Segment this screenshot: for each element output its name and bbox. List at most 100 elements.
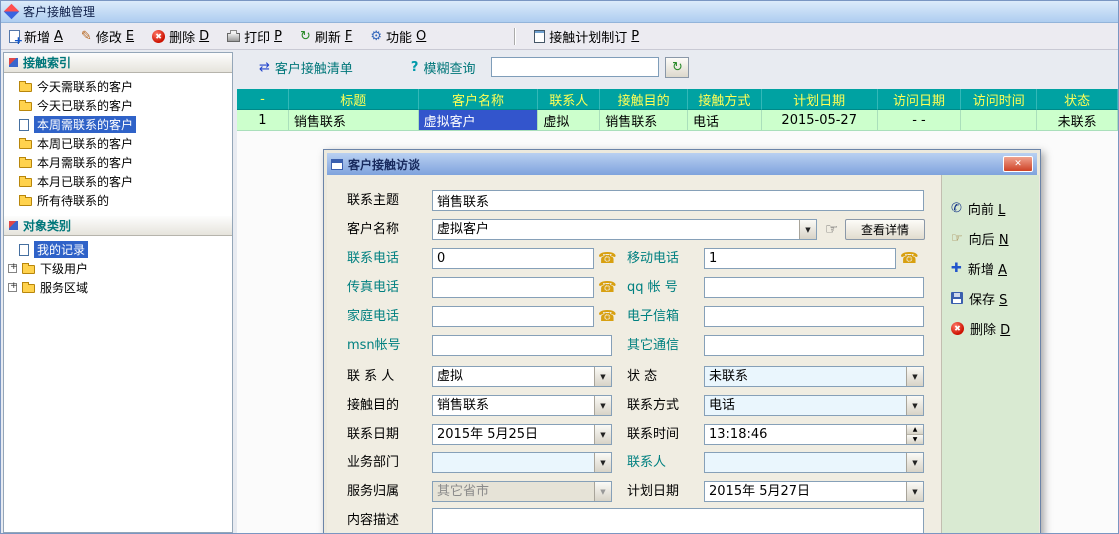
tree-item-today-need[interactable]: 今天需联系的客户 (4, 77, 232, 96)
cell-visit-date[interactable]: - - (878, 110, 962, 131)
tree-item-service-area[interactable]: 服务区域 (4, 278, 232, 297)
dropdown-arrow-icon[interactable]: ▼ (594, 367, 611, 386)
header-title[interactable]: 标题 (289, 89, 419, 110)
spin-down-icon[interactable]: ▼ (907, 435, 923, 444)
cell-purpose[interactable]: 销售联系 (600, 110, 688, 131)
phone-icon: ☎ (900, 248, 919, 269)
phone-input[interactable] (432, 248, 594, 269)
customer-combo[interactable]: 虚拟客户 ▼ (432, 219, 817, 240)
search-go-button[interactable]: ↻ (665, 57, 689, 78)
fax-input[interactable] (432, 277, 594, 298)
new-button[interactable]: 新增A (9, 27, 63, 46)
dropdown-arrow-icon[interactable]: ▼ (594, 396, 611, 415)
add-record-button[interactable]: ✚ 新增 A (942, 253, 1039, 283)
tree-item-today-done[interactable]: 今天已联系的客户 (4, 96, 232, 115)
cell-visit-time[interactable] (961, 110, 1037, 131)
contact-person-combo[interactable]: 虚拟 ▼ (432, 366, 612, 387)
purpose-combo[interactable]: 销售联系 ▼ (432, 395, 612, 416)
subject-input[interactable] (432, 190, 924, 211)
header-method[interactable]: 接触方式 (688, 89, 762, 110)
tree-item-all-pending[interactable]: 所有待联系的 (4, 191, 232, 210)
method-combo[interactable]: 电话 ▼ (704, 395, 924, 416)
cell-contact[interactable]: 虚拟 (538, 110, 600, 131)
record-icon (19, 244, 29, 256)
expand-icon[interactable] (8, 264, 17, 273)
refresh-icon: ↻ (300, 30, 311, 43)
dropdown-arrow-icon[interactable]: ▼ (906, 482, 923, 501)
fuzzy-query-button[interactable]: ? 模糊查询 (411, 58, 476, 77)
plan-date-label: 计划日期 (627, 481, 679, 502)
window-titlebar: 客户接触管理 (1, 1, 1118, 23)
folder-icon (19, 83, 32, 92)
cell-customer[interactable]: 虚拟客户 (419, 110, 539, 131)
msn-input[interactable] (432, 335, 612, 356)
section-header-object-category[interactable]: 对象类别 (4, 216, 232, 236)
header-visit-time[interactable]: 访问时间 (961, 89, 1037, 110)
dialog-titlebar: 客户接触访谈 ✕ (327, 153, 1037, 175)
header-customer[interactable]: 客户名称 (419, 89, 539, 110)
home-phone-input[interactable] (432, 306, 594, 327)
dropdown-arrow-icon[interactable]: ▼ (594, 425, 611, 444)
header-purpose[interactable]: 接触目的 (600, 89, 688, 110)
cell-rownum[interactable]: 1 (237, 110, 289, 131)
delete-button[interactable]: ✖ 删除D (152, 27, 209, 46)
print-button[interactable]: 打印P (227, 27, 282, 46)
tree-item-sub-users[interactable]: 下级用户 (4, 259, 232, 278)
contact-plan-button[interactable]: 接触计划制订P (534, 27, 639, 46)
qq-input[interactable] (704, 277, 924, 298)
header-plan-date[interactable]: 计划日期 (762, 89, 878, 110)
tree-item-month-done[interactable]: 本月已联系的客户 (4, 172, 232, 191)
header-visit-date[interactable]: 访问日期 (878, 89, 962, 110)
header-contact[interactable]: 联系人 (538, 89, 600, 110)
dialog-close-button[interactable]: ✕ (1003, 156, 1033, 172)
print-icon (227, 33, 240, 42)
time-input[interactable] (705, 425, 906, 444)
refresh-button[interactable]: ↻ 刷新F (300, 27, 352, 46)
header-status[interactable]: 状态 (1037, 89, 1118, 110)
dropdown-arrow-icon[interactable]: ▼ (799, 220, 816, 239)
header-rownum[interactable]: - (237, 89, 289, 110)
other-im-input[interactable] (704, 335, 924, 356)
email-input[interactable] (704, 306, 924, 327)
table-row[interactable]: 1 销售联系 虚拟客户 虚拟 销售联系 电话 2015-05-27 - - 未联… (237, 110, 1118, 131)
contact-person2-combo[interactable]: ▼ (704, 452, 924, 473)
contact-list-button[interactable]: ⇄ 客户接触清单 (259, 58, 353, 77)
edit-button[interactable]: ✎ 修改E (81, 27, 134, 46)
next-record-button[interactable]: ☞ 向后 N (942, 223, 1039, 253)
status-label: 状 态 (627, 366, 657, 387)
view-detail-button[interactable]: 查看详情 (845, 219, 925, 240)
cell-method[interactable]: 电话 (688, 110, 762, 131)
cell-plan-date[interactable]: 2015-05-27 (762, 110, 878, 131)
dropdown-arrow-icon[interactable]: ▼ (906, 396, 923, 415)
contact-person2-label: 联系人 (627, 452, 666, 473)
function-button[interactable]: ⚙ 功能O (370, 27, 426, 46)
dropdown-arrow-icon[interactable]: ▼ (594, 453, 611, 472)
spin-up-icon[interactable]: ▲ (907, 425, 923, 435)
plan-date-combo[interactable]: 2015年 5月27日 ▼ (704, 481, 924, 502)
section-header-contact-index[interactable]: 接触索引 (4, 53, 232, 73)
department-combo[interactable]: ▼ (432, 452, 612, 473)
cell-status[interactable]: 未联系 (1037, 110, 1118, 131)
cell-title[interactable]: 销售联系 (289, 110, 419, 131)
prev-record-button[interactable]: ✆ 向前 L (942, 193, 1039, 223)
tree-item-week-need[interactable]: 本周需联系的客户 (4, 115, 232, 134)
list-toolbar: ⇄ 客户接触清单 ? 模糊查询 ↻ (241, 54, 1118, 80)
tree-item-month-need[interactable]: 本月需联系的客户 (4, 153, 232, 172)
status-combo[interactable]: 未联系 ▼ (704, 366, 924, 387)
save-button[interactable]: 保存 S (942, 283, 1039, 313)
tree-item-label: 本月需联系的客户 (37, 154, 133, 171)
dropdown-arrow-icon[interactable]: ▼ (906, 453, 923, 472)
tree-item-week-done[interactable]: 本周已联系的客户 (4, 134, 232, 153)
contact-time-spinner[interactable]: ▲ ▼ (704, 424, 924, 445)
search-input[interactable] (491, 57, 659, 77)
tree-item-my-records[interactable]: 我的记录 (4, 240, 232, 259)
description-textarea[interactable] (432, 508, 924, 534)
expand-icon[interactable] (8, 283, 17, 292)
view-hand-icon[interactable]: ☞ (825, 219, 838, 240)
dropdown-arrow-icon[interactable]: ▼ (906, 367, 923, 386)
folder-icon (22, 265, 35, 274)
contact-date-combo[interactable]: 2015年 5月25日 ▼ (432, 424, 612, 445)
delete-record-button[interactable]: ✖ 删除 D (942, 313, 1039, 343)
mobile-input[interactable] (704, 248, 896, 269)
dialog-icon (331, 159, 343, 170)
